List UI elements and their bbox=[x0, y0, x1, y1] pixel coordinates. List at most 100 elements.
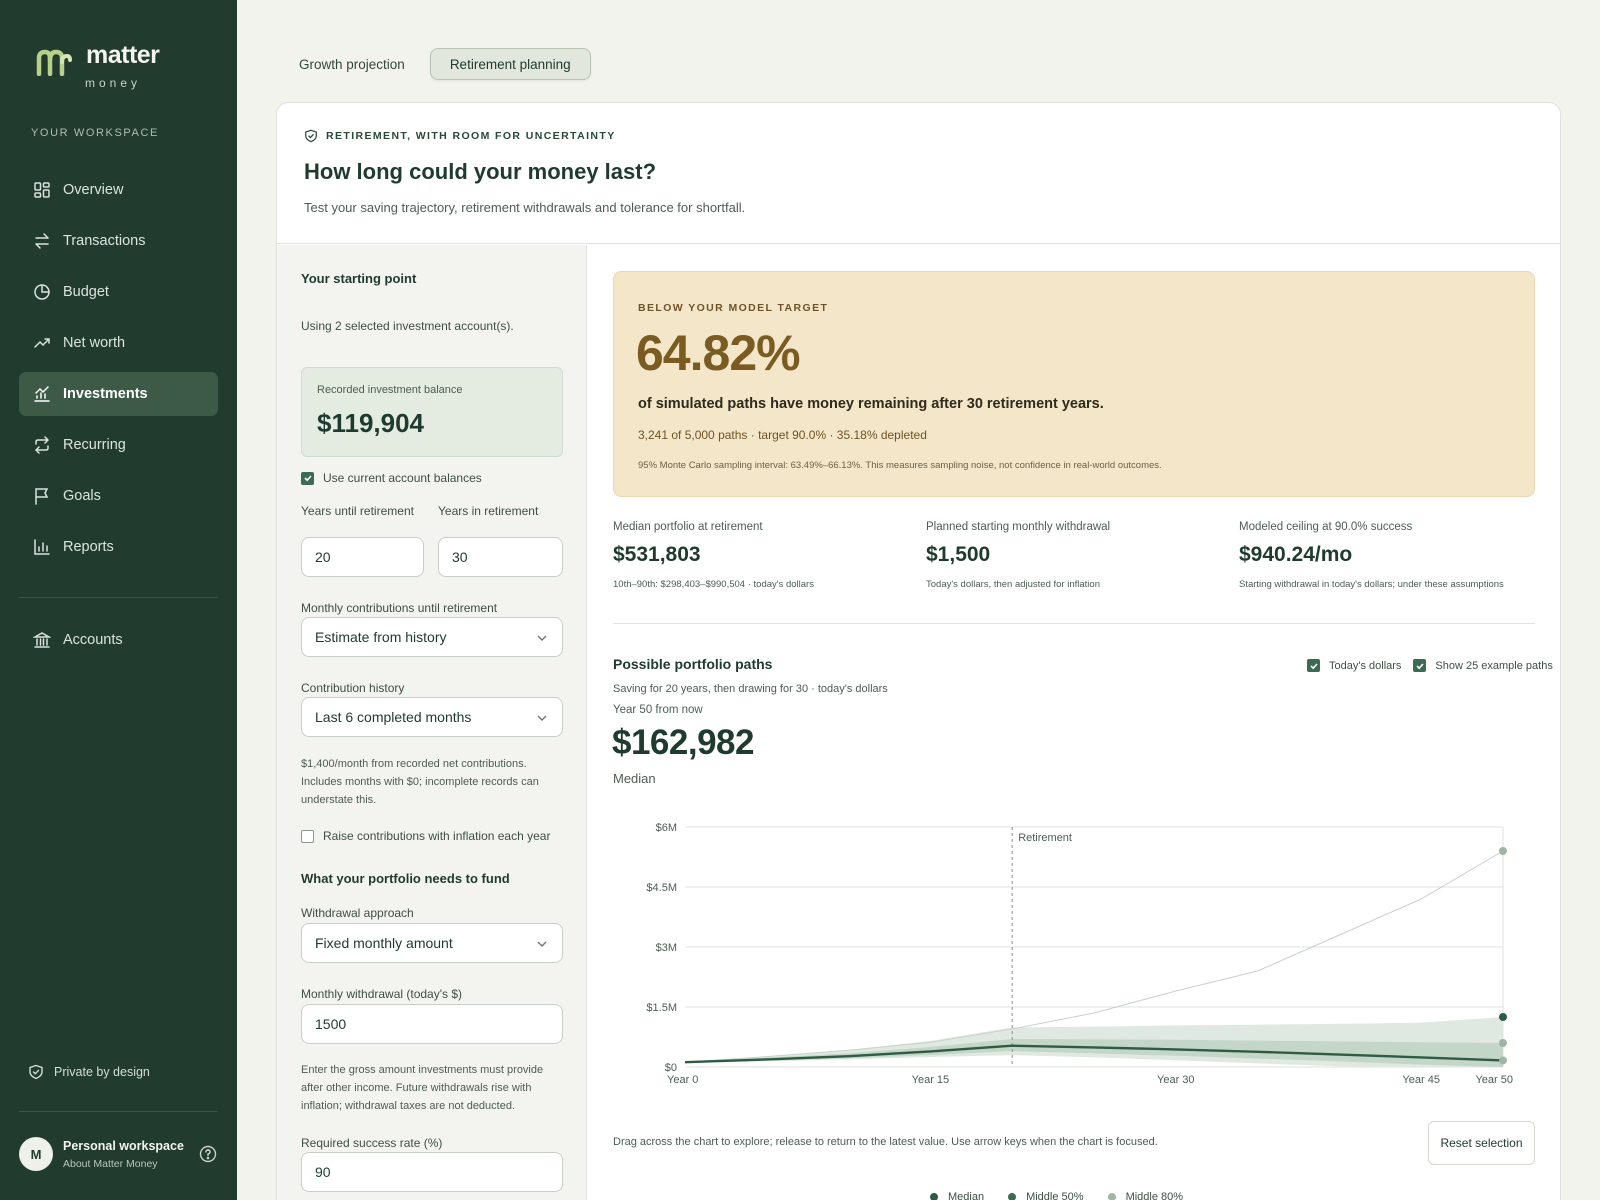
reset-selection-button[interactable]: Reset selection bbox=[1428, 1121, 1535, 1165]
shield-check-icon bbox=[29, 1064, 43, 1080]
tab-retirement-planning[interactable]: Retirement planning bbox=[429, 48, 591, 80]
sidebar-item-label: Investments bbox=[63, 386, 148, 402]
legend-label: Middle 80% bbox=[1125, 1191, 1184, 1200]
success-percent: 64.82% bbox=[636, 325, 801, 381]
history-note: $1,400/month from recorded net contribut… bbox=[301, 758, 539, 806]
trend-icon bbox=[34, 338, 50, 348]
sidebar-item-label: Transactions bbox=[63, 233, 146, 249]
brand-logo[interactable]: matter money bbox=[36, 41, 160, 90]
sidebar-item-overview[interactable]: Overview bbox=[19, 168, 218, 212]
result-detail: 3,241 of 5,000 paths · target 90.0% · 35… bbox=[638, 428, 927, 442]
legend-item-middle-50: Middle 50% bbox=[1008, 1191, 1084, 1200]
years-until-input[interactable]: 20 bbox=[301, 537, 424, 577]
contrib-select[interactable]: Estimate from history bbox=[301, 617, 563, 657]
todays-dollars-checkbox[interactable]: Today's dollars bbox=[1307, 659, 1401, 672]
sidebar-nav: Overview Transactions Budget Net worth I… bbox=[19, 168, 218, 576]
use-balances-checkbox[interactable]: Use current account balances bbox=[301, 471, 482, 485]
sidebar-item-net-worth[interactable]: Net worth bbox=[19, 321, 218, 365]
success-label: Required success rate (%) bbox=[301, 1136, 443, 1150]
band-80-high-marker bbox=[1499, 1013, 1507, 1021]
page-title: How long could your money last? bbox=[304, 159, 657, 184]
balance-value: $119,904 bbox=[317, 408, 425, 438]
starting-point-title: Your starting point bbox=[301, 271, 417, 286]
checkbox-checked-icon bbox=[1413, 659, 1427, 672]
approach-select[interactable]: Fixed monthly amount bbox=[301, 923, 563, 963]
pie-icon bbox=[34, 284, 50, 300]
sidebar-accounts-group: Accounts bbox=[19, 618, 218, 669]
sidebar-item-recurring[interactable]: Recurring bbox=[19, 423, 218, 467]
help-icon[interactable] bbox=[199, 1145, 217, 1163]
eyebrow-label: RETIREMENT, WITH ROOM FOR UNCERTAINTY bbox=[326, 130, 616, 142]
accounts-note: Using 2 selected investment account(s). bbox=[301, 319, 514, 333]
chevron-down-icon bbox=[537, 635, 547, 641]
result-note: 95% Monte Carlo sampling interval: 63.49… bbox=[638, 460, 1162, 471]
checkbox-unchecked-icon bbox=[301, 829, 314, 843]
history-select[interactable]: Last 6 completed months bbox=[301, 697, 563, 737]
bar-icon bbox=[34, 539, 50, 555]
shield-check-icon bbox=[305, 129, 317, 143]
card-eyebrow: RETIREMENT, WITH ROOM FOR UNCERTAINTY bbox=[304, 129, 616, 143]
checkbox-checked-icon bbox=[301, 471, 314, 485]
portfolio-paths-chart[interactable]: $0 $1.5M $3M $4.5M $6M Year 0 Year 15 Year 30 Ye… bbox=[613, 805, 1535, 1095]
flag-icon bbox=[35, 488, 49, 505]
arrows-icon bbox=[35, 233, 49, 249]
y-tick-label: $4.5M bbox=[646, 882, 677, 894]
sidebar-item-reports[interactable]: Reports bbox=[19, 525, 218, 569]
sidebar: matter money YOUR WORKSPACE Overview Tra… bbox=[0, 0, 237, 1200]
repeat-icon bbox=[34, 436, 50, 454]
brand-name: matter bbox=[86, 41, 160, 69]
workspace-switcher[interactable]: M Personal workspace About Matter Money bbox=[19, 1137, 219, 1171]
y-tick-label: $0 bbox=[665, 1062, 677, 1074]
tab-growth-projection[interactable]: Growth projection bbox=[280, 48, 424, 80]
approach-label: Withdrawal approach bbox=[301, 906, 414, 920]
stat-label: Planned starting monthly withdrawal bbox=[926, 521, 1111, 533]
withdrawal-input[interactable]: 1500 bbox=[301, 1004, 563, 1044]
privacy-note: Private by design bbox=[28, 1064, 150, 1080]
chart-selected-label: Median bbox=[613, 771, 656, 786]
section-divider bbox=[613, 623, 1535, 624]
sidebar-item-accounts[interactable]: Accounts bbox=[19, 618, 218, 662]
approach-value: Fixed monthly amount bbox=[315, 935, 453, 951]
sidebar-item-transactions[interactable]: Transactions bbox=[19, 219, 218, 263]
median-end-marker bbox=[1499, 1056, 1507, 1065]
sidebar-item-label: Net worth bbox=[63, 335, 126, 351]
sidebar-item-label: Reports bbox=[63, 539, 114, 555]
legend-swatch bbox=[1107, 1193, 1116, 1200]
sidebar-item-label: Recurring bbox=[63, 437, 126, 453]
y-tick-label: $6M bbox=[656, 822, 677, 834]
legend-item-middle-80: Middle 80% bbox=[1107, 1191, 1184, 1200]
chart-icon bbox=[34, 386, 50, 402]
success-input[interactable]: 90 bbox=[301, 1152, 563, 1192]
example-paths-checkbox[interactable]: Show 25 example paths bbox=[1413, 659, 1553, 672]
sidebar-item-goals[interactable]: Goals bbox=[19, 474, 218, 518]
balance-box: Recorded investment balance $119,904 bbox=[301, 367, 563, 457]
stat-value: $531,803 bbox=[613, 543, 701, 566]
legend-label: Middle 50% bbox=[1026, 1191, 1084, 1200]
x-tick-label: Year 45 bbox=[1402, 1074, 1440, 1086]
sidebar-item-investments[interactable]: Investments bbox=[19, 372, 218, 416]
stat-planned-withdrawal: Planned starting monthly withdrawal $1,5… bbox=[926, 521, 1226, 590]
raise-contrib-checkbox[interactable]: Raise contributions with inflation each … bbox=[301, 829, 550, 843]
history-value: Last 6 completed months bbox=[315, 709, 472, 725]
todays-dollars-label: Today's dollars bbox=[1329, 659, 1402, 672]
years-in-input[interactable]: 30 bbox=[438, 537, 563, 577]
contrib-label: Monthly contributions until retirement bbox=[301, 601, 498, 615]
sidebar-item-budget[interactable]: Budget bbox=[19, 270, 218, 314]
avatar: M bbox=[19, 1137, 53, 1171]
sidebar-item-label: Goals bbox=[63, 488, 101, 504]
result-headline: of simulated paths have money remaining … bbox=[638, 396, 1104, 412]
legend-label: Median bbox=[948, 1191, 985, 1200]
history-label: Contribution history bbox=[301, 681, 405, 695]
chart-drag-note: Drag across the chart to explore; releas… bbox=[613, 1136, 1158, 1148]
sidebar-divider bbox=[19, 597, 218, 598]
card-header: RETIREMENT, WITH ROOM FOR UNCERTAINTY Ho… bbox=[277, 103, 1560, 244]
legend-swatch bbox=[1008, 1193, 1017, 1200]
sidebar-divider bbox=[19, 1111, 218, 1112]
chart-selected-year: Year 50 from now bbox=[613, 704, 703, 716]
fund-title: What your portfolio needs to fund bbox=[301, 871, 510, 886]
workspace-about-link[interactable]: About Matter Money bbox=[63, 1158, 184, 1170]
retirement-label: Retirement bbox=[1018, 832, 1072, 844]
stat-median-portfolio: Median portfolio at retirement $531,803 … bbox=[613, 521, 913, 590]
matter-logo-icon bbox=[36, 49, 72, 76]
years-in-label: Years in retirement bbox=[438, 504, 539, 518]
